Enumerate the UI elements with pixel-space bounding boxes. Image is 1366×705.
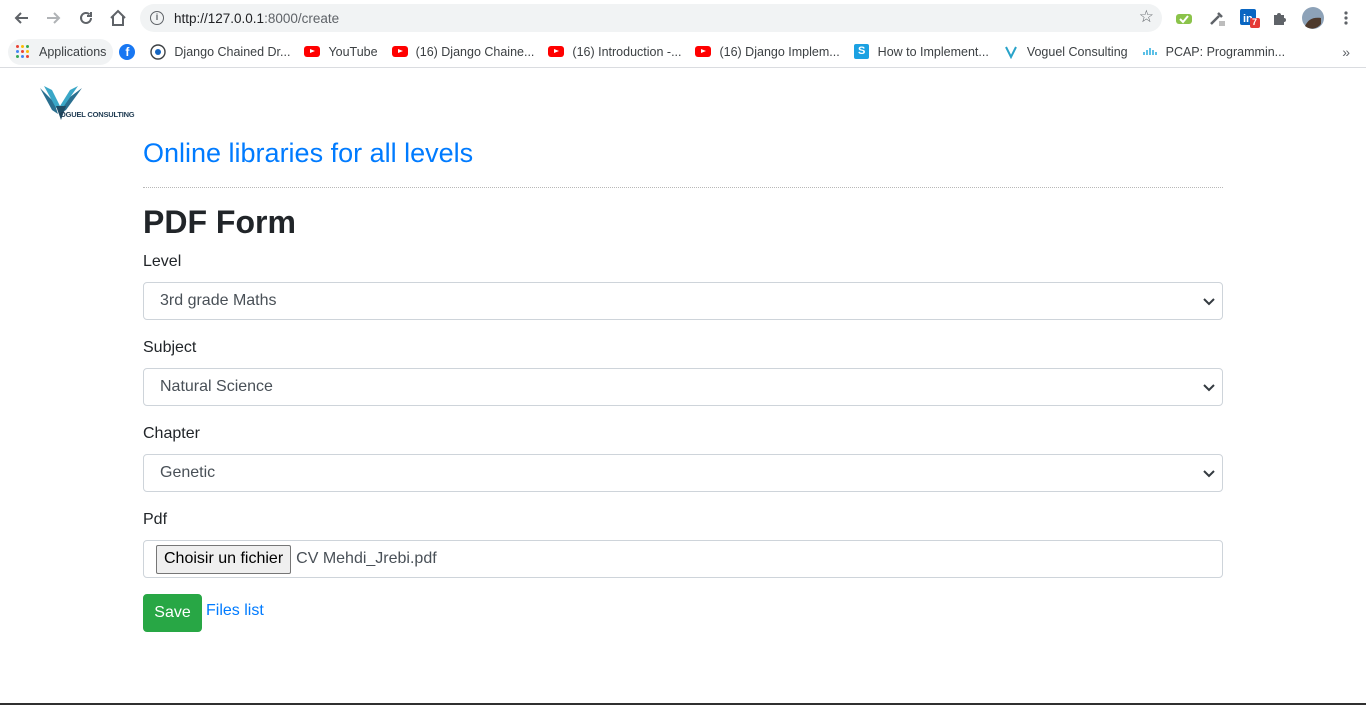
divider [143, 187, 1223, 188]
bookmark-label: (16) Django Implem... [719, 44, 840, 59]
subject-label: Subject [143, 339, 197, 356]
bookmark-label: Django Chained Dr... [174, 44, 291, 59]
browser-menu-icon[interactable] [1336, 8, 1356, 28]
subject-selected-value: Natural Science [160, 378, 273, 395]
bookmark-label: PCAP: Programmin... [1165, 44, 1286, 59]
level-label: Level [143, 253, 182, 270]
youtube-icon [391, 44, 408, 60]
home-icon[interactable] [106, 6, 130, 30]
forward-icon[interactable] [42, 6, 66, 30]
chevron-down-icon [1203, 298, 1215, 306]
bookmark-label: How to Implement... [877, 44, 989, 59]
chapter-selected-value: Genetic [160, 464, 216, 481]
bookmark-label: Applications [39, 44, 107, 59]
bookmark-star-icon[interactable]: ☆ [1139, 7, 1154, 27]
selected-file-name: CV Mehdi_Jrebi.pdf [296, 550, 437, 567]
youtube-icon [548, 44, 565, 60]
bookmark-django-implem-video[interactable]: (16) Django Implem... [688, 39, 846, 65]
more-bookmarks-icon[interactable]: » [1342, 44, 1350, 60]
address-bar[interactable]: i http://127.0.0.1:8000/create ☆ [140, 4, 1162, 32]
bookmark-label: (16) Introduction -... [572, 44, 682, 59]
bookmarks-bar: Applications f Django Chained Dr... YouT… [0, 36, 1366, 68]
bookmark-how-to-implement[interactable]: S How to Implement... [847, 39, 996, 65]
site-info-icon[interactable]: i [150, 11, 164, 25]
form-title: PDF Form [143, 204, 296, 240]
stackoverflow-icon: S [854, 44, 870, 60]
bookmark-label: (16) Django Chaine... [415, 44, 535, 59]
subject-select[interactable]: Natural Science [143, 368, 1223, 406]
site-title[interactable]: Online libraries for all levels [143, 138, 473, 169]
bookmark-applications[interactable]: Applications [8, 38, 114, 65]
chapter-select[interactable]: Genetic [143, 454, 1223, 492]
url-path: :8000/create [264, 10, 340, 26]
bookmark-django-chained[interactable]: Django Chained Dr... [143, 39, 297, 65]
youtube-icon [695, 44, 712, 60]
linkedin-badge: 7 [1252, 17, 1258, 27]
chevron-down-icon [1203, 384, 1215, 392]
apps-grid-icon [15, 44, 31, 60]
bookmark-pcap[interactable]: PCAP: Programmin... [1135, 39, 1292, 65]
files-list-link[interactable]: Files list [206, 602, 264, 620]
logo-text: OGUEL CONSULTING [60, 110, 135, 119]
linkedin-icon[interactable]: in 7 [1240, 8, 1260, 28]
extension-cloud-icon[interactable] [1174, 8, 1194, 28]
bookmark-introduction-video[interactable]: (16) Introduction -... [541, 39, 688, 65]
bookmark-label: Voguel Consulting [1026, 44, 1128, 59]
choose-file-button[interactable]: Choisir un fichier [156, 544, 292, 574]
bookmark-django-chained-video[interactable]: (16) Django Chaine... [385, 39, 542, 65]
bookmark-youtube[interactable]: YouTube [297, 39, 384, 65]
save-button[interactable]: Save [143, 594, 202, 632]
django-icon [150, 43, 167, 60]
bookmark-voguel-consulting[interactable]: Voguel Consulting [996, 39, 1135, 65]
level-select[interactable]: 3rd grade Maths [143, 282, 1223, 320]
chapter-label: Chapter [143, 425, 200, 442]
url-text[interactable]: http://127.0.0.1:8000/create [174, 11, 339, 26]
back-icon[interactable] [9, 6, 33, 30]
pdf-label: Pdf [143, 511, 168, 528]
bookmark-facebook[interactable]: f [113, 39, 143, 65]
level-selected-value: 3rd grade Maths [160, 292, 277, 309]
voguel-icon [1003, 44, 1019, 60]
facebook-icon: f [119, 43, 136, 60]
profile-avatar[interactable] [1301, 6, 1325, 30]
extensions-puzzle-icon[interactable] [1270, 8, 1290, 28]
url-host: http://127.0.0.1 [174, 10, 265, 26]
chevron-down-icon [1203, 470, 1215, 478]
pdf-file-input[interactable]: Choisir un fichier CV Mehdi_Jrebi.pdf [143, 540, 1223, 578]
bookmark-label: YouTube [328, 44, 378, 59]
youtube-icon [304, 44, 321, 60]
eyedropper-icon[interactable] [1207, 8, 1227, 28]
reload-icon[interactable] [74, 6, 98, 30]
browser-toolbar: i http://127.0.0.1:8000/create ☆ in 7 [0, 0, 1366, 36]
cisco-icon [1142, 44, 1158, 60]
